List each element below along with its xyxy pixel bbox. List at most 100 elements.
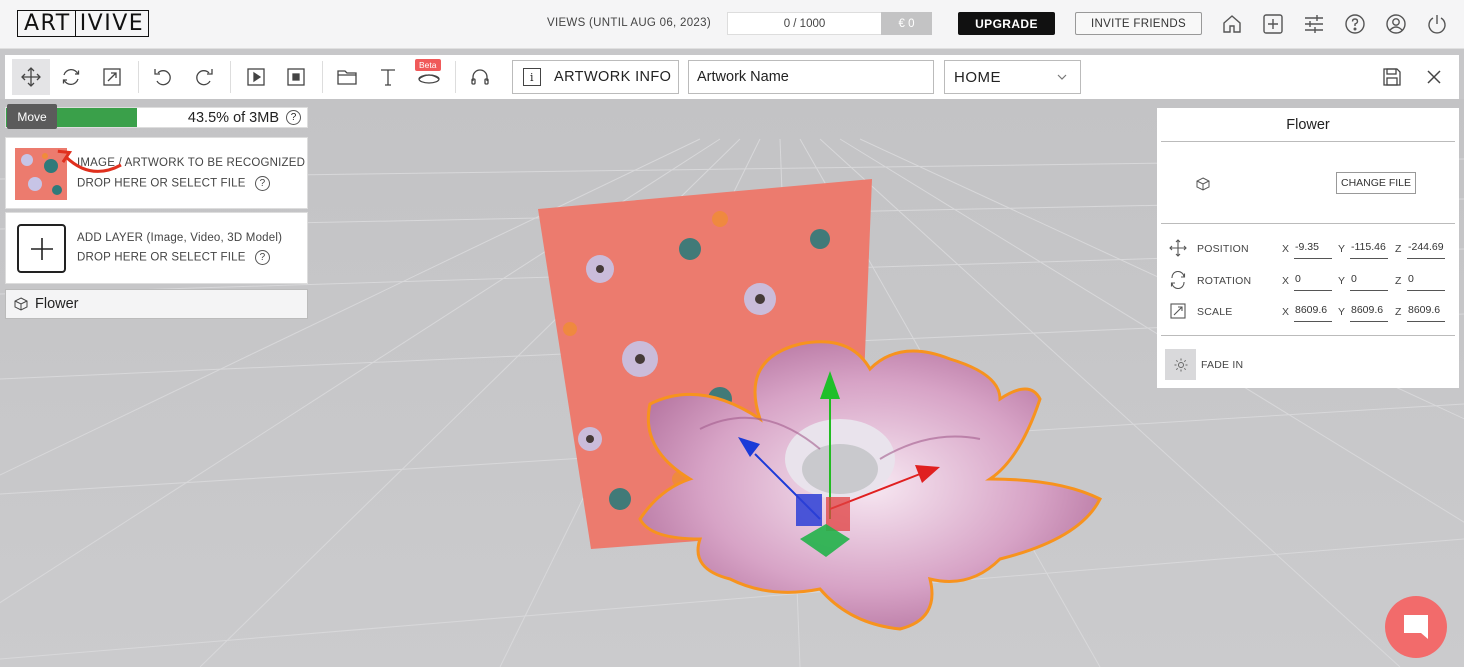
open-folder-button[interactable] — [328, 59, 366, 95]
add-layer-hint: DROP HERE OR SELECT FILE ? — [77, 250, 271, 265]
audio-button[interactable] — [461, 59, 499, 95]
audio-icon — [471, 69, 489, 85]
divider — [1161, 335, 1455, 336]
info-icon: i — [523, 68, 541, 86]
scale-icon — [103, 68, 121, 86]
balance-badge: € 0 — [881, 12, 932, 35]
add-layer-title: ADD LAYER (Image, Video, 3D Model) — [77, 232, 283, 244]
axis-z-label: Z — [1395, 243, 1402, 255]
rotate-tool-button[interactable] — [52, 59, 90, 95]
beta-badge: Beta — [415, 59, 441, 71]
position-z-input[interactable]: -244.69 — [1407, 241, 1445, 259]
stop-icon — [287, 68, 305, 86]
editor-toolbar: Beta i ARTWORK INFO Artwork Name HOME — [5, 55, 1459, 99]
toolbar-divider — [322, 61, 323, 93]
position-label: POSITION — [1197, 243, 1249, 255]
help-icon[interactable] — [1344, 13, 1366, 35]
axis-x-label: X — [1282, 275, 1290, 287]
artwork-info-label: ARTWORK INFO — [554, 69, 672, 85]
add-layer-drop-zone[interactable]: ADD LAYER (Image, Video, 3D Model) DROP … — [5, 212, 308, 284]
top-bar: ART IVIVE VIEWS (UNTIL AUG 06, 2023) 0 /… — [0, 0, 1464, 49]
chat-button[interactable] — [1385, 596, 1447, 658]
add-icon[interactable] — [1262, 13, 1284, 35]
move-icon — [21, 67, 41, 87]
position-x-input[interactable]: -9.35 — [1294, 241, 1332, 259]
power-icon[interactable] — [1426, 13, 1448, 35]
scene-select[interactable]: HOME — [944, 60, 1081, 94]
scale-label: SCALE — [1197, 306, 1233, 318]
cube-icon — [1196, 177, 1210, 191]
arrow-annotation-icon — [57, 149, 122, 173]
divider — [1161, 141, 1455, 142]
artivive-logo[interactable]: ART IVIVE — [17, 10, 150, 37]
rotation-label: ROTATION — [1197, 275, 1252, 287]
axis-z-label: Z — [1395, 306, 1402, 318]
rotation-y-input[interactable]: 0 — [1350, 273, 1388, 291]
text-icon — [381, 69, 395, 86]
artwork-info-button[interactable]: i ARTWORK INFO — [512, 60, 679, 94]
artwork-name-input[interactable]: Artwork Name — [688, 60, 934, 94]
scale-icon — [1170, 303, 1186, 319]
scale-x-input[interactable]: 8609.6 — [1294, 304, 1332, 322]
toolbar-divider — [138, 61, 139, 93]
folder-icon — [337, 70, 357, 85]
views-label: VIEWS (UNTIL AUG 06, 2023) — [547, 17, 711, 29]
move-icon — [1169, 239, 1187, 257]
layer-help-icon[interactable]: ? — [255, 250, 271, 265]
rotation-z-input[interactable]: 0 — [1407, 273, 1445, 291]
sliders-icon[interactable] — [1303, 13, 1325, 35]
axis-x-label: X — [1282, 243, 1290, 255]
home-icon[interactable] — [1221, 13, 1243, 35]
properties-panel: Flower CHANGE FILE POSITION X -9.35 Y -1… — [1157, 108, 1459, 388]
axis-z-label: Z — [1395, 275, 1402, 287]
change-file-button[interactable]: CHANGE FILE — [1336, 172, 1416, 194]
save-icon — [1383, 68, 1401, 86]
stop-button[interactable] — [277, 59, 315, 95]
views-counter: 0 / 1000 — [727, 12, 882, 35]
scale-row: SCALE X 8609.6 Y 8609.6 Z 8609.6 — [1157, 299, 1459, 325]
chat-icon — [1404, 615, 1428, 639]
undo-icon — [154, 69, 171, 86]
upgrade-button[interactable]: UPGRADE — [958, 12, 1055, 35]
undo-button[interactable] — [144, 59, 182, 95]
axis-y-label: Y — [1338, 275, 1346, 287]
redo-icon — [196, 69, 213, 86]
position-y-input[interactable]: -115.46 — [1350, 241, 1388, 259]
toolbar-divider — [230, 61, 231, 93]
scale-y-input[interactable]: 8609.6 — [1350, 304, 1388, 322]
position-row: POSITION X -9.35 Y -115.46 Z -244.69 — [1157, 236, 1459, 262]
toolbar-divider — [455, 61, 456, 93]
play-button[interactable] — [237, 59, 275, 95]
scale-z-input[interactable]: 8609.6 — [1407, 304, 1445, 322]
axis-y-label: Y — [1338, 243, 1346, 255]
storage-label: 43.5% of 3MB — [187, 110, 279, 126]
storage-help-icon[interactable]: ? — [286, 110, 301, 125]
text-tool-button[interactable] — [369, 59, 407, 95]
axis-y-label: Y — [1338, 306, 1346, 318]
artwork-drop-zone[interactable]: IMAGE / ARTWORK TO BE RECOGNIZED DROP HE… — [5, 137, 308, 209]
redo-button[interactable] — [185, 59, 223, 95]
artwork-help-icon[interactable]: ? — [255, 176, 271, 191]
rotate-icon — [62, 69, 80, 85]
close-icon — [1427, 70, 1441, 84]
layer-list-item[interactable]: Flower — [5, 289, 308, 319]
account-icon[interactable] — [1385, 13, 1407, 35]
save-button[interactable] — [1381, 66, 1403, 88]
fade-in-toggle[interactable] — [1165, 349, 1196, 380]
properties-title: Flower — [1286, 117, 1330, 133]
move-tooltip: Move — [7, 104, 57, 129]
close-editor-button[interactable] — [1423, 66, 1445, 88]
scene-select-value: HOME — [954, 68, 1001, 86]
rotation-x-input[interactable]: 0 — [1294, 273, 1332, 291]
add-layer-icon[interactable] — [17, 224, 66, 273]
move-tool-button[interactable] — [12, 59, 50, 95]
invite-friends-button[interactable]: INVITE FRIENDS — [1075, 12, 1202, 35]
divider — [1161, 223, 1455, 224]
axis-x-label: X — [1282, 306, 1290, 318]
add-layer-hint-text: DROP HERE OR SELECT FILE — [77, 251, 246, 264]
scale-tool-button[interactable] — [93, 59, 131, 95]
rotation-row: ROTATION X 0 Y 0 Z 0 — [1157, 268, 1459, 294]
rotate-icon — [1170, 271, 1186, 289]
chevron-down-icon — [1057, 74, 1067, 80]
fade-in-label: FADE IN — [1201, 359, 1244, 371]
